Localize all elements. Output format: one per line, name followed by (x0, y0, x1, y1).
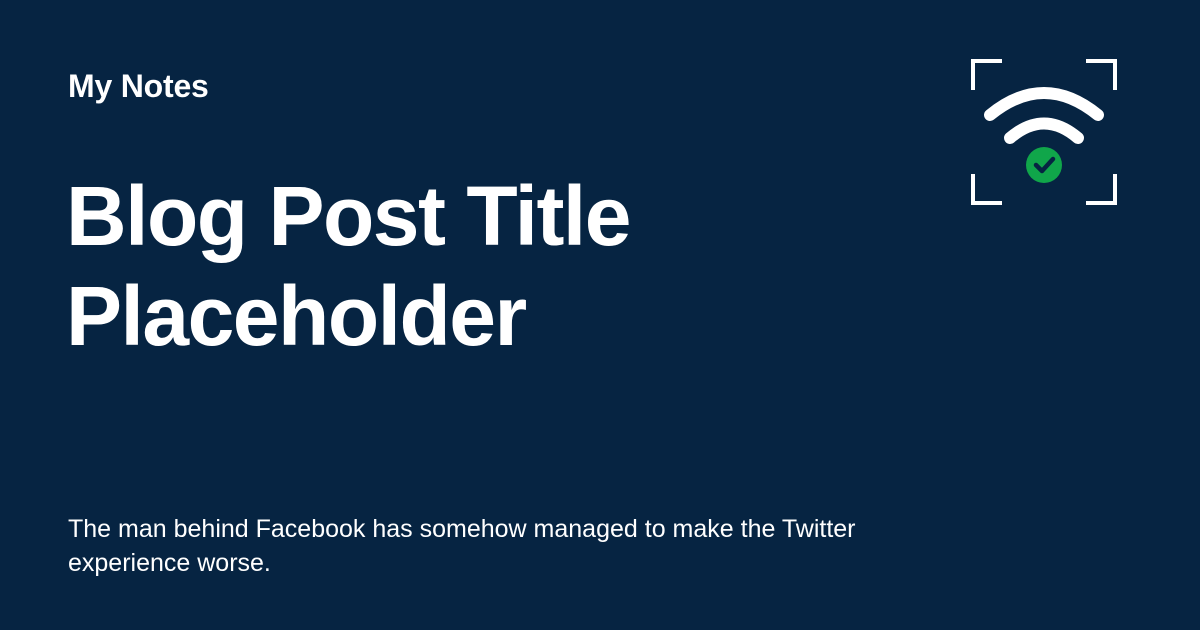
post-title: Blog Post Title Placeholder (66, 169, 631, 363)
site-name: My Notes (68, 68, 209, 104)
wifi-check-icon (970, 58, 1118, 206)
social-card: My Notes Blog Post Title Placeholder The… (0, 0, 1200, 630)
post-description: The man behind Facebook has somehow mana… (68, 515, 856, 577)
